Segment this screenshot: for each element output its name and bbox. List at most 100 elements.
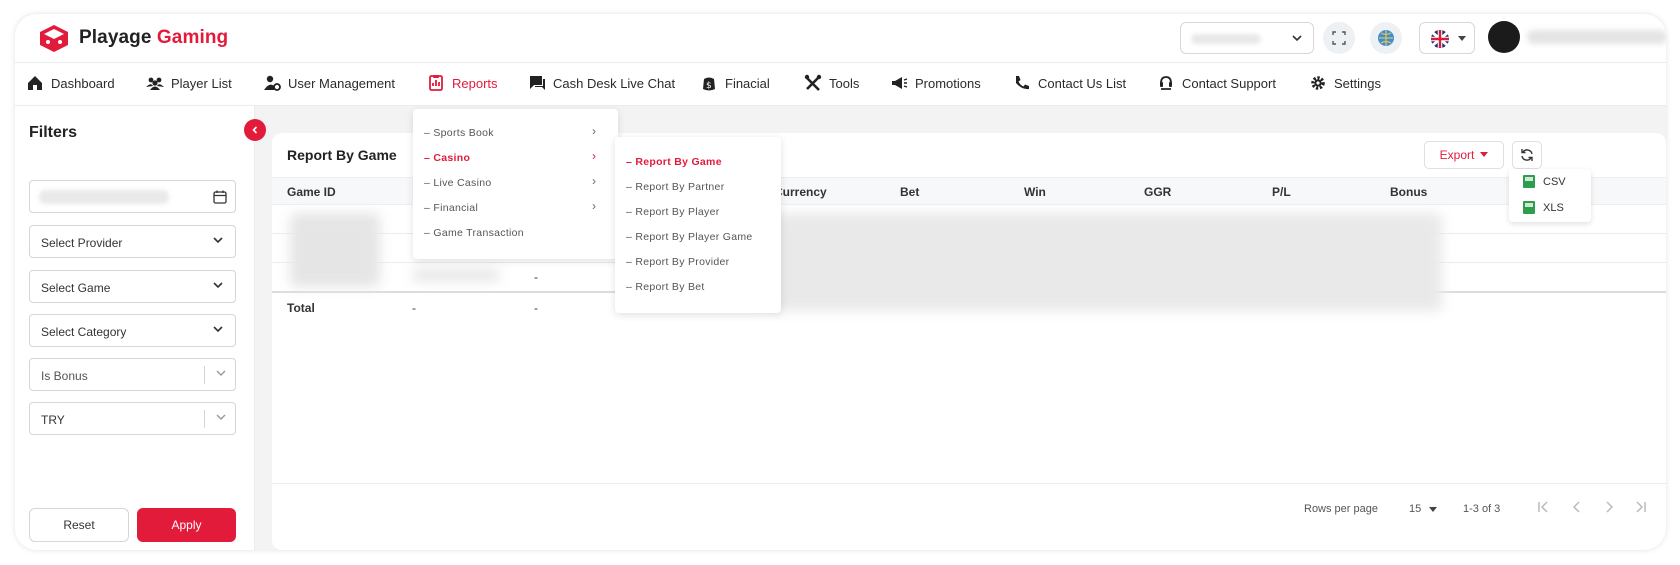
collapse-filters-button[interactable] — [244, 119, 266, 141]
footer-divider — [272, 483, 1666, 484]
refresh-button[interactable] — [1512, 141, 1542, 169]
column-header: GGR — [1144, 185, 1172, 199]
total-cell: - — [534, 301, 538, 315]
submenu-report-by-player-game[interactable]: – Report By Player Game — [626, 231, 753, 243]
category-select[interactable]: Select Category — [29, 314, 236, 347]
filters-title: Filters — [29, 124, 78, 141]
user-gear-icon — [264, 75, 281, 91]
menu-item-live-casino[interactable]: – Live Casino — [424, 177, 492, 189]
blurred-values — [772, 213, 1442, 311]
export-button[interactable]: Export — [1424, 141, 1504, 169]
date-range-input[interactable] — [29, 180, 236, 213]
calendar-icon — [213, 190, 227, 204]
nav-promotions[interactable]: Promotions — [890, 74, 981, 92]
logo[interactable]: Playage Gaming — [37, 23, 228, 53]
users-icon — [146, 77, 164, 90]
column-header: Win — [1024, 185, 1046, 199]
language-select[interactable] — [1419, 22, 1475, 54]
menu-item-casino[interactable]: – Casino — [424, 152, 470, 164]
submenu-report-by-bet[interactable]: – Report By Bet — [626, 281, 705, 293]
nav-label: Settings — [1334, 75, 1381, 91]
is-bonus-select[interactable]: Is Bonus — [29, 358, 236, 391]
nav-label: Player List — [171, 75, 232, 91]
menu-item-financial[interactable]: – Financial — [424, 202, 478, 214]
nav-finacial[interactable]: $ Finacial — [700, 74, 770, 92]
globe-icon — [1378, 30, 1394, 46]
chevron-right-icon: › — [592, 124, 596, 138]
chevron-down-icon — [213, 326, 223, 333]
column-header: Game ID — [287, 185, 336, 199]
refresh-icon — [1521, 149, 1533, 161]
divider — [204, 410, 205, 428]
game-select[interactable]: Select Game — [29, 270, 236, 303]
nav-cash-desk-live-chat[interactable]: Cash Desk Live Chat — [528, 74, 675, 92]
export-xls-option[interactable]: XLS — [1523, 201, 1564, 214]
category-placeholder: Select Category — [41, 325, 127, 339]
submenu-report-by-game[interactable]: – Report By Game — [626, 156, 722, 168]
currency-select[interactable]: TRY — [29, 402, 236, 435]
tools-icon — [804, 74, 822, 91]
nav-dashboard[interactable]: Dashboard — [26, 74, 115, 92]
nav-label: Reports — [452, 75, 498, 91]
caret-down-icon — [1429, 507, 1437, 512]
nav-tools[interactable]: Tools — [804, 74, 859, 92]
provider-select[interactable]: Select Provider — [29, 225, 236, 258]
main-nav: Dashboard Player List User Management Re… — [15, 62, 1666, 106]
top-bar: Playage Gaming — [15, 14, 1666, 62]
provider-placeholder: Select Provider — [41, 236, 123, 250]
previous-page-icon[interactable] — [1569, 499, 1585, 515]
nav-label: Finacial — [725, 75, 770, 91]
nav-contact-us-list[interactable]: Contact Us List — [1013, 74, 1126, 92]
column-header: Currency — [774, 185, 827, 199]
blurred-value — [1191, 34, 1261, 44]
blurred-game-ids — [290, 213, 380, 287]
nav-label: Contact Support — [1182, 75, 1276, 91]
last-page-icon[interactable] — [1633, 499, 1649, 515]
rows-per-page-label: Rows per page — [1304, 503, 1378, 515]
home-icon — [28, 76, 42, 90]
page-title: Report By Game — [287, 147, 397, 163]
chevron-down-icon — [213, 282, 223, 289]
export-option-label: CSV — [1543, 175, 1566, 188]
export-label: Export — [1439, 148, 1475, 162]
nav-player-list[interactable]: Player List — [146, 74, 232, 92]
brand-name: Playage Gaming — [79, 27, 229, 48]
menu-item-game-transaction[interactable]: – Game Transaction — [424, 227, 524, 239]
chevron-right-icon: › — [592, 149, 596, 163]
brand-select[interactable] — [1180, 22, 1314, 54]
avatar[interactable] — [1488, 21, 1520, 53]
filters-panel: Filters Select Provider Select Game Sele… — [15, 106, 255, 550]
blurred-cell — [412, 269, 500, 281]
rows-per-page-select[interactable]: 15 — [1409, 503, 1421, 515]
csv-file-icon — [1523, 175, 1535, 188]
nav-reports[interactable]: Reports — [427, 74, 498, 92]
export-csv-option[interactable]: CSV — [1523, 175, 1566, 188]
next-page-icon[interactable] — [1601, 499, 1617, 515]
nav-settings[interactable]: Settings — [1309, 74, 1381, 92]
submenu-report-by-partner[interactable]: – Report By Partner — [626, 181, 725, 193]
game-placeholder: Select Game — [41, 281, 111, 295]
casino-submenu: – Report By Game – Report By Partner – R… — [615, 137, 781, 313]
nav-user-management[interactable]: User Management — [263, 74, 395, 92]
first-page-icon[interactable] — [1535, 499, 1551, 515]
submenu-report-by-player[interactable]: – Report By Player — [626, 206, 720, 218]
menu-item-sports-book[interactable]: – Sports Book — [424, 127, 494, 139]
nav-label: Cash Desk Live Chat — [553, 75, 676, 91]
fullscreen-button[interactable] — [1323, 22, 1355, 54]
xls-file-icon — [1523, 201, 1535, 214]
phone-icon — [1016, 76, 1029, 90]
table-cell: - — [534, 270, 538, 284]
chevron-down-icon — [216, 370, 226, 376]
submenu-report-by-provider[interactable]: – Report By Provider — [626, 256, 729, 268]
pagination-range: 1-3 of 3 — [1463, 503, 1501, 515]
globe-button[interactable] — [1370, 22, 1402, 54]
apply-button[interactable]: Apply — [137, 508, 236, 542]
chevron-down-icon — [216, 414, 226, 420]
reset-button[interactable]: Reset — [29, 508, 129, 542]
support-icon — [1160, 76, 1172, 90]
nav-label: User Management — [288, 75, 395, 91]
total-label: Total — [287, 301, 315, 315]
svg-text:$: $ — [706, 81, 712, 91]
nav-contact-support[interactable]: Contact Support — [1157, 74, 1276, 92]
caret-down-icon — [1480, 152, 1489, 157]
